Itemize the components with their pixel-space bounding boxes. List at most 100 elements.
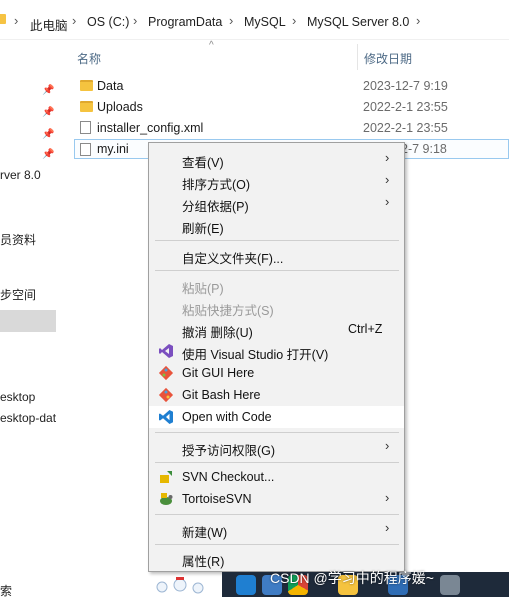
list-item[interactable]: Data 2023-12-7 9:19 bbox=[74, 76, 509, 96]
file-date: 2023-12-7 9:19 bbox=[363, 79, 448, 93]
menu-separator bbox=[155, 432, 399, 433]
menu-item-label: 使用 Visual Studio 打开(V) bbox=[182, 348, 329, 362]
menu-item-svn-checkout[interactable]: SVN Checkout... bbox=[149, 466, 404, 488]
address-bar[interactable]: › 此电脑 › OS (C:) › ProgramData › MySQL › … bbox=[0, 0, 509, 40]
menu-separator bbox=[155, 544, 399, 545]
taskbar-app-icon[interactable] bbox=[440, 575, 460, 595]
breadcrumb-os-c[interactable]: OS (C:) bbox=[87, 15, 129, 29]
menu-item-new[interactable]: 新建(W) › bbox=[149, 518, 404, 540]
pin-icon: 📌 bbox=[42, 149, 55, 160]
navigation-pane: 📌 📌 📌 📌 rver 8.0 员资料 步空间 esktop esktop-d… bbox=[0, 40, 60, 597]
menu-item-label: 自定义文件夹(F)... bbox=[182, 252, 284, 266]
nav-item-desktop-data[interactable]: esktop-dat bbox=[0, 411, 56, 425]
file-name: Uploads bbox=[97, 100, 143, 114]
ini-file-icon bbox=[80, 143, 91, 156]
file-name: installer_config.xml bbox=[97, 121, 204, 135]
chevron-right-icon: › bbox=[133, 13, 138, 28]
menu-item-label: 查看(V) bbox=[182, 156, 224, 170]
chevron-right-icon: › bbox=[385, 194, 390, 209]
menu-item-paste-shortcut[interactable]: 粘贴快捷方式(S) bbox=[149, 296, 404, 318]
menu-item-git-gui[interactable]: Git GUI Here bbox=[149, 362, 404, 384]
file-name: my.ini bbox=[97, 142, 129, 156]
watermark: CSDN @学习中的程序媛~ bbox=[270, 570, 434, 586]
context-menu: 查看(V) › 排序方式(O) › 分组依据(P) › 刷新(E) 自定义文件夹… bbox=[148, 142, 405, 572]
menu-item-tortoisesvn[interactable]: TortoiseSVN › bbox=[149, 488, 404, 510]
search-label: 索 bbox=[0, 584, 13, 597]
menu-item-label: 属性(R) bbox=[182, 555, 225, 569]
breadcrumb-mysql[interactable]: MySQL bbox=[244, 15, 286, 29]
menu-item-label: 粘贴快捷方式(S) bbox=[182, 304, 274, 318]
menu-item-refresh[interactable]: 刷新(E) bbox=[149, 214, 404, 236]
file-date: 2-7 9:18 bbox=[401, 142, 447, 156]
menu-item-label: 粘贴(P) bbox=[182, 282, 224, 296]
menu-item-customize-folder[interactable]: 自定义文件夹(F)... bbox=[149, 244, 404, 266]
pin-icon: 📌 bbox=[42, 107, 55, 118]
pin-icon: 📌 bbox=[42, 85, 55, 96]
xml-file-icon bbox=[80, 121, 91, 134]
menu-item-label: 分组依据(P) bbox=[182, 200, 249, 214]
breadcrumb-mysql-server[interactable]: MySQL Server 8.0 bbox=[307, 15, 409, 29]
column-divider[interactable] bbox=[357, 44, 358, 70]
menu-item-group[interactable]: 分组依据(P) › bbox=[149, 192, 404, 214]
folder-icon bbox=[80, 101, 93, 112]
shortcut-label: Ctrl+Z bbox=[348, 322, 383, 336]
chevron-right-icon: › bbox=[385, 438, 390, 453]
list-item[interactable]: installer_config.xml 2022-2-1 23:55 bbox=[74, 118, 509, 138]
menu-item-label: 授予访问权限(G) bbox=[182, 444, 276, 458]
nav-item-sync-space[interactable]: 步空间 bbox=[0, 286, 36, 303]
menu-item-label: 排序方式(O) bbox=[182, 178, 251, 192]
menu-item-label: 撤消 删除(U) bbox=[182, 326, 253, 340]
chevron-right-icon: › bbox=[385, 490, 390, 505]
git-gui-icon bbox=[158, 365, 174, 381]
nav-item-member-docs[interactable]: 员资料 bbox=[0, 231, 36, 248]
menu-item-sort[interactable]: 排序方式(O) › bbox=[149, 170, 404, 192]
menu-item-open-visual-studio[interactable]: 使用 Visual Studio 打开(V) bbox=[149, 340, 404, 362]
breadcrumb-this-pc[interactable]: 此电脑 bbox=[30, 15, 68, 34]
menu-item-grant-access[interactable]: 授予访问权限(G) › bbox=[149, 436, 404, 458]
file-date: 2022-2-1 23:55 bbox=[363, 100, 448, 114]
menu-item-paste[interactable]: 粘贴(P) bbox=[149, 274, 404, 296]
nav-item-selected[interactable] bbox=[0, 310, 56, 332]
menu-item-label: 新建(W) bbox=[182, 526, 228, 540]
menu-item-label: Open with Code bbox=[182, 410, 272, 424]
menu-item-label: Git Bash Here bbox=[182, 388, 261, 402]
menu-item-git-bash[interactable]: Git Bash Here bbox=[149, 384, 404, 406]
nav-item-mysql-server[interactable]: rver 8.0 bbox=[0, 168, 41, 182]
menu-item-open-with-code[interactable]: Open with Code bbox=[149, 406, 404, 428]
column-header-name[interactable]: 名称 bbox=[77, 50, 101, 67]
list-item[interactable]: Uploads 2022-2-1 23:55 bbox=[74, 97, 509, 117]
menu-item-undo-delete[interactable]: 撤消 删除(U) Ctrl+Z bbox=[149, 318, 404, 340]
chevron-right-icon: › bbox=[416, 13, 421, 28]
pin-icon: 📌 bbox=[42, 129, 55, 140]
breadcrumb-programdata[interactable]: ProgramData bbox=[148, 15, 222, 29]
menu-item-label: Git GUI Here bbox=[182, 366, 255, 380]
file-name: Data bbox=[97, 79, 124, 93]
column-header-date[interactable]: 修改日期 bbox=[364, 50, 412, 67]
vscode-icon bbox=[159, 410, 173, 424]
chevron-right-icon: › bbox=[385, 172, 390, 187]
folder-icon bbox=[0, 14, 6, 24]
chevron-right-icon: › bbox=[229, 13, 234, 28]
menu-separator bbox=[155, 270, 399, 271]
chevron-right-icon: › bbox=[292, 13, 297, 28]
folder-icon bbox=[80, 80, 93, 91]
menu-item-label: TortoiseSVN bbox=[182, 492, 252, 506]
menu-item-view[interactable]: 查看(V) › bbox=[149, 148, 404, 170]
nav-item-desktop[interactable]: esktop bbox=[0, 390, 35, 404]
chevron-right-icon: › bbox=[72, 13, 77, 28]
sort-ascending-icon: ^ bbox=[209, 40, 214, 51]
menu-separator bbox=[155, 240, 399, 241]
svn-checkout-icon bbox=[160, 471, 172, 483]
chevron-right-icon: › bbox=[14, 13, 19, 28]
chevron-right-icon: › bbox=[385, 150, 390, 165]
menu-item-properties[interactable]: 属性(R) bbox=[149, 547, 404, 569]
file-date: 2022-2-1 23:55 bbox=[363, 121, 448, 135]
snowman-decoration-icon bbox=[156, 577, 204, 594]
menu-separator bbox=[155, 462, 399, 463]
menu-separator bbox=[155, 514, 399, 515]
edge-icon[interactable] bbox=[236, 575, 256, 595]
git-bash-icon bbox=[158, 387, 174, 403]
menu-item-label: 刷新(E) bbox=[182, 222, 224, 236]
tortoisesvn-icon bbox=[160, 493, 173, 505]
visual-studio-icon bbox=[159, 344, 173, 358]
